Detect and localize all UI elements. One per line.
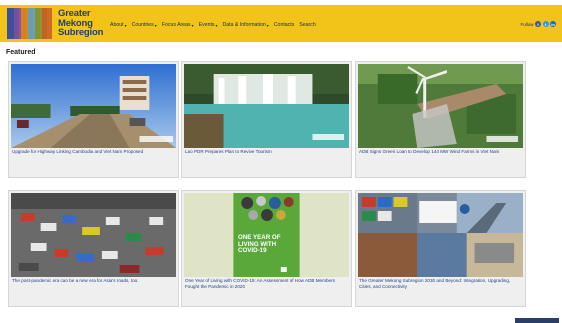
card-image-traffic[interactable] <box>11 193 176 277</box>
nav-countries[interactable]: Countries ▾ <box>132 22 157 28</box>
card-caption[interactable]: The Greater Mekong Subregion 2030 and Be… <box>359 278 522 290</box>
feedback-button[interactable] <box>515 318 559 323</box>
card-caption[interactable]: One Year of Living with COVID-19: An Ass… <box>185 278 348 290</box>
nav-focus-areas[interactable]: Focus Areas ▾ <box>162 22 194 28</box>
nav-events[interactable]: Events ▾ <box>199 22 218 28</box>
nav-label: Search <box>299 22 316 28</box>
chevron-down-icon: ▾ <box>215 22 218 28</box>
nav-label: Countries <box>131 22 154 28</box>
nav-label: About <box>110 22 124 28</box>
nav-about[interactable]: About ▾ <box>110 22 127 28</box>
twitter-icon[interactable]: t <box>542 21 549 27</box>
card-image-wind-farm[interactable] <box>358 64 523 148</box>
chevron-down-icon: ▾ <box>191 22 194 28</box>
card-caption[interactable]: ADB Signs Green Loan to Develop 144 MW W… <box>359 149 522 155</box>
linkedin-icon[interactable]: in <box>550 21 556 27</box>
card-image-waterfall[interactable] <box>184 64 349 148</box>
nav-search[interactable]: Search <box>299 22 315 28</box>
nav-label: Contacts <box>273 22 295 28</box>
covid-report-title: ONE YEAR OF LIVING WITH COVID-19 <box>238 234 281 255</box>
nav-data-information[interactable]: Data & Information ▾ <box>223 22 269 28</box>
nav-label: Data & Information <box>222 22 266 28</box>
gms-logo-icon[interactable] <box>6 6 54 41</box>
chevron-down-icon: ▾ <box>124 22 127 28</box>
facebook-icon[interactable]: f <box>535 21 541 27</box>
site-header: Greater Mekong Subregion About ▾ Countrie… <box>0 5 562 42</box>
nav-contacts[interactable]: Contacts <box>274 22 294 28</box>
follow-label: Follow <box>520 21 534 27</box>
main-nav: About ▾ Countries ▾ Focus Areas ▾ Events ▾ D… <box>110 22 321 28</box>
card-image-covid-report[interactable]: ONE YEAR OF LIVING WITH COVID-19 <box>184 193 349 277</box>
featured-card[interactable]: Upgrade for Highway Linking Cambodia and… <box>8 61 179 178</box>
chevron-down-icon: ▾ <box>154 22 157 28</box>
featured-card[interactable]: The post-pandemic era can be a new era f… <box>8 190 179 307</box>
nav-label: Focus Areas <box>161 22 191 28</box>
card-caption[interactable]: Lao PDR Prepares Plan to Revive Tourism <box>185 149 348 155</box>
featured-heading: Featured <box>6 49 36 56</box>
nav-label: Events <box>198 22 215 28</box>
card-caption[interactable]: The post-pandemic era can be a new era f… <box>12 278 175 284</box>
brand-name[interactable]: Greater Mekong Subregion <box>58 9 103 38</box>
follow-bar: Follow f t in <box>520 21 556 27</box>
card-image-gms-2030[interactable] <box>358 193 523 277</box>
featured-card[interactable]: ADB Signs Green Loan to Develop 144 MW W… <box>355 61 526 178</box>
card-caption[interactable]: Upgrade for Highway Linking Cambodia and… <box>12 149 175 155</box>
featured-card[interactable]: Lao PDR Prepares Plan to Revive Tourism <box>181 61 352 178</box>
featured-card[interactable]: ONE YEAR OF LIVING WITH COVID-19 One Yea… <box>181 190 352 307</box>
featured-card[interactable]: The Greater Mekong Subregion 2030 and Be… <box>355 190 526 307</box>
brand-line-3: Subregion <box>58 27 104 38</box>
chevron-down-icon: ▾ <box>266 22 269 28</box>
card-image-highway[interactable] <box>11 64 176 148</box>
